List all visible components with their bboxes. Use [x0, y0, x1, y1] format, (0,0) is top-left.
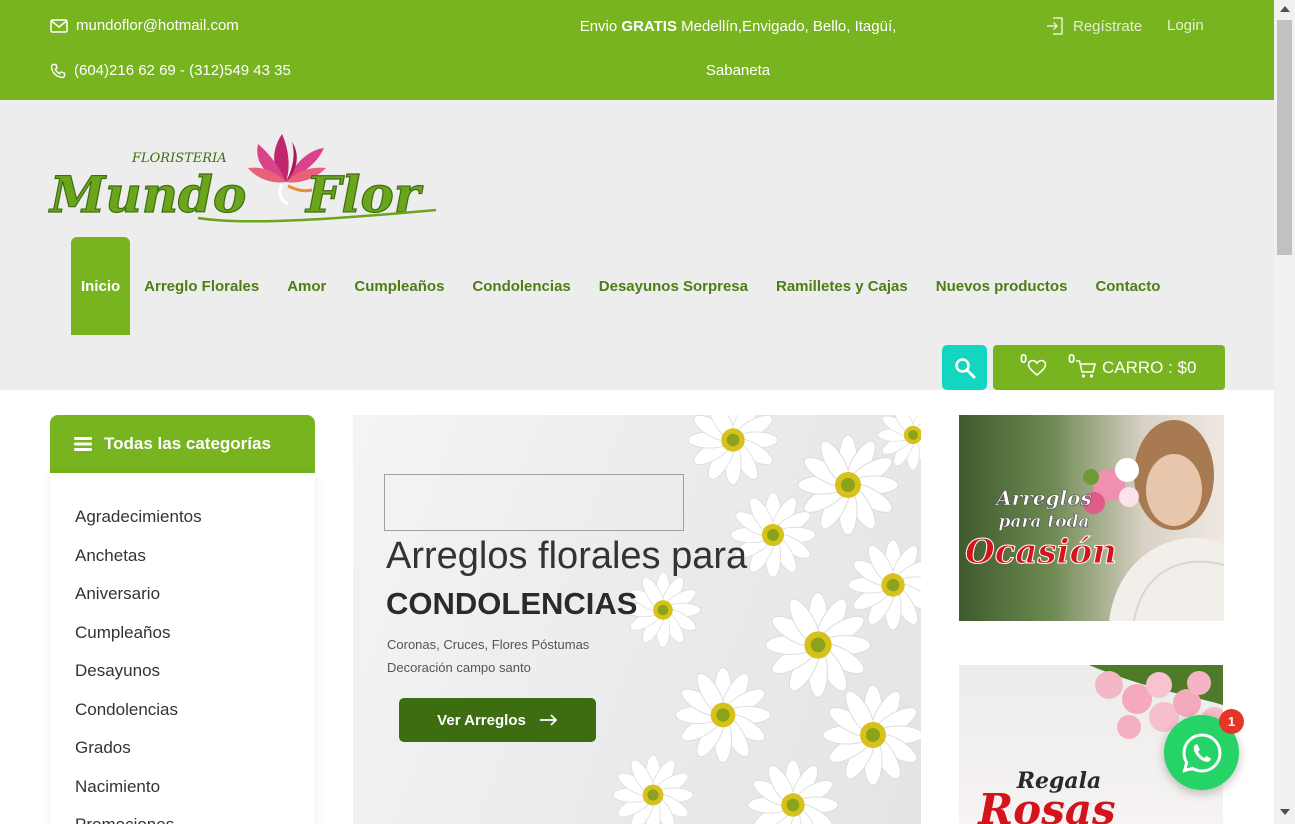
nav-ramilletes-cajas[interactable]: Ramilletes y Cajas — [762, 237, 922, 335]
category-desayunos[interactable]: Desayunos — [75, 661, 160, 681]
categories-header[interactable]: Todas las categorías — [50, 415, 315, 473]
scroll-thumb[interactable] — [1277, 20, 1292, 255]
email-text: mundoflor@hotmail.com — [76, 17, 239, 34]
mail-icon — [50, 18, 68, 33]
nav-cumpleanos[interactable]: Cumpleaños — [340, 237, 458, 335]
shipping-prefix: Envio — [579, 18, 618, 35]
search-button[interactable] — [942, 345, 987, 390]
nav-nuevos-productos[interactable]: Nuevos productos — [922, 237, 1082, 335]
promo-arreglos-ocasion[interactable]: Arreglos para toda Ocasión — [959, 415, 1224, 621]
contact-phone[interactable]: (604)216 62 69 - (312)549 43 35 — [50, 62, 291, 79]
svg-text:Rosas: Rosas — [977, 785, 1115, 824]
logo-small-text: FLORISTERIA — [131, 151, 227, 166]
nav-inicio[interactable]: Inicio — [71, 237, 131, 335]
category-cumpleanos[interactable]: Cumpleaños — [75, 623, 170, 643]
nav-condolencias[interactable]: Condolencias — [458, 237, 584, 335]
login-label: Login — [1167, 17, 1204, 34]
logo-text-mundo: Mundo — [48, 165, 246, 224]
main-nav: Inicio Arreglo Florales Amor Cumpleaños … — [71, 237, 1174, 335]
category-promociones[interactable]: Promociones — [75, 815, 174, 824]
nav-contacto[interactable]: Contacto — [1081, 237, 1174, 335]
register-label: Regístrate — [1073, 17, 1143, 35]
shipping-cities: Medellín,Envigado, Bello, Itagüí, Sabane… — [681, 18, 897, 79]
hero-description-1: Coronas, Cruces, Flores Póstumas — [387, 637, 590, 652]
cart-icon — [1076, 360, 1096, 378]
whatsapp-icon — [1181, 732, 1222, 773]
promo1-text: Arreglos para toda Ocasión — [965, 486, 1118, 573]
shipping-free-label: GRATIS — [621, 18, 677, 35]
categories-list: Agradecimientos Anchetas Aniversario Cum… — [50, 473, 315, 824]
category-condolencias[interactable]: Condolencias — [75, 700, 178, 720]
category-anchetas[interactable]: Anchetas — [75, 546, 146, 566]
hero-description-2: Decoración campo santo — [387, 660, 531, 675]
site-logo[interactable]: FLORISTERIA Mundo Flor — [48, 130, 438, 240]
phone-text: (604)216 62 69 - (312)549 43 35 — [74, 62, 291, 79]
categories-title: Todas las categorías — [104, 434, 271, 453]
svg-text:para toda: para toda — [999, 512, 1090, 532]
hero-banner: Arreglos florales para CONDOLENCIAS Coro… — [353, 415, 921, 824]
page-scrollbar[interactable] — [1274, 0, 1295, 824]
arrow-right-icon — [539, 714, 558, 726]
top-bar: mundoflor@hotmail.com (604)216 62 69 - (… — [0, 0, 1274, 100]
cart-widget[interactable]: 0 0 CARRO : $0 — [993, 345, 1225, 390]
nav-desayunos-sorpresa[interactable]: Desayunos Sorpresa — [585, 237, 762, 335]
hero-heading: Arreglos florales para — [386, 535, 748, 577]
ver-arreglos-label: Ver Arreglos — [437, 711, 526, 729]
site-header: FLORISTERIA Mundo Flor Inicio Arreglo Fl… — [0, 100, 1274, 390]
category-grados[interactable]: Grados — [75, 738, 131, 758]
scroll-down-arrow[interactable] — [1280, 809, 1290, 815]
login-arrow-icon — [1047, 17, 1063, 35]
scroll-up-arrow[interactable] — [1280, 6, 1290, 12]
menu-icon — [74, 437, 92, 451]
hero-subheading: CONDOLENCIAS — [386, 586, 638, 621]
category-aniversario[interactable]: Aniversario — [75, 584, 160, 604]
shipping-notice: Envio GRATIS Medellín,Envigado, Bello, I… — [560, 5, 916, 93]
svg-text:Arreglos: Arreglos — [994, 486, 1092, 510]
contact-email[interactable]: mundoflor@hotmail.com — [50, 17, 239, 34]
nav-arreglo-florales[interactable]: Arreglo Florales — [130, 237, 273, 335]
login-link[interactable]: Login — [1167, 17, 1204, 34]
whatsapp-badge: 1 — [1219, 709, 1244, 734]
phone-icon — [50, 63, 66, 78]
register-link[interactable]: Regístrate — [1045, 16, 1142, 36]
category-agradecimientos[interactable]: Agradecimientos — [75, 507, 202, 527]
search-icon — [954, 357, 975, 378]
broken-image — [384, 474, 684, 531]
ver-arreglos-button[interactable]: Ver Arreglos — [399, 698, 596, 742]
category-nacimiento[interactable]: Nacimiento — [75, 777, 160, 797]
nav-amor[interactable]: Amor — [273, 237, 340, 335]
heart-icon[interactable] — [1027, 359, 1047, 377]
svg-text:Ocasión: Ocasión — [965, 532, 1117, 572]
cart-total: CARRO : $0 — [1102, 358, 1197, 377]
